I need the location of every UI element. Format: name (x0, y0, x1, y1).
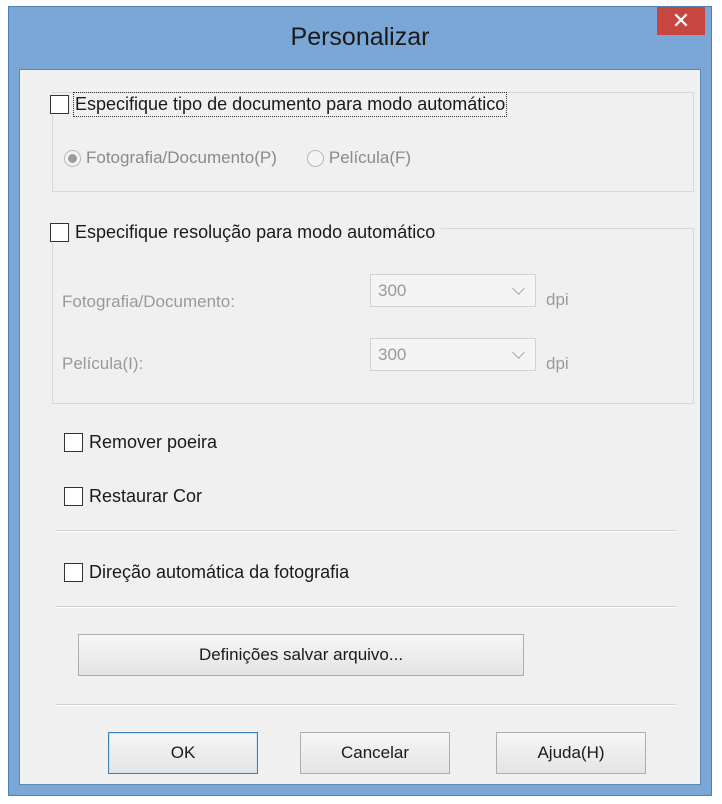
dialog-title: Personalizar (290, 23, 430, 51)
radio-photo-document[interactable] (64, 149, 81, 167)
close-button[interactable]: ✕ (657, 7, 705, 35)
restore-color-option[interactable]: Restaurar Cor (64, 486, 202, 507)
photo-document-resolution-select[interactable]: 300 (370, 274, 536, 307)
film-resolution-value: 300 (378, 345, 407, 364)
separator (56, 606, 676, 608)
chevron-down-icon (512, 346, 525, 359)
ok-button[interactable]: OK (108, 732, 258, 774)
remove-dust-label: Remover poeira (89, 432, 218, 452)
resolution-group (52, 228, 694, 404)
auto-resolution-label: Especifique resolução para modo automáti… (75, 222, 436, 242)
separator (56, 704, 676, 706)
photo-document-resolution-value: 300 (378, 281, 407, 300)
close-icon: ✕ (671, 8, 691, 33)
film-resolution-unit: dpi (546, 354, 569, 373)
radio-selected-dot (68, 153, 77, 163)
radio-film-label: Película(F) (328, 148, 412, 167)
film-resolution-label: Película(I): (62, 354, 144, 373)
restore-color-checkbox[interactable] (64, 487, 83, 506)
dialog-body: Especifique tipo de documento para modo … (19, 69, 701, 785)
personalizar-dialog: Personalizar ✕ Especifique tipo de docum… (8, 6, 712, 796)
radio-photo-document-label: Fotografia/Documento(P) (86, 148, 277, 167)
save-file-settings-button[interactable]: Definições salvar arquivo... (78, 634, 524, 676)
separator (56, 530, 676, 532)
auto-doc-type-checkbox[interactable] (50, 95, 69, 114)
auto-photo-orientation-label: Direção automática da fotografia (89, 562, 350, 582)
radio-film[interactable] (306, 149, 324, 167)
cancel-button[interactable]: Cancelar (300, 732, 450, 774)
auto-photo-orientation-option[interactable]: Direção automática da fotografia (64, 562, 349, 583)
chevron-down-icon (512, 282, 525, 295)
auto-doc-type-checkbox-row[interactable]: Especifique tipo de documento para modo … (50, 92, 512, 117)
photo-document-resolution-label: Fotografia/Documento: (62, 292, 235, 311)
auto-resolution-checkbox[interactable] (50, 223, 69, 242)
auto-photo-orientation-checkbox[interactable] (64, 563, 83, 582)
title-bar[interactable]: Personalizar ✕ (9, 7, 711, 69)
help-button[interactable]: Ajuda(H) (496, 732, 646, 774)
remove-dust-option[interactable]: Remover poeira (64, 432, 217, 453)
film-resolution-select[interactable]: 300 (370, 338, 536, 371)
auto-resolution-checkbox-row[interactable]: Especifique resolução para modo automáti… (50, 222, 442, 243)
auto-doc-type-label: Especifique tipo de documento para modo … (72, 92, 508, 117)
doc-type-radio-group: Fotografia/Documento(P) Película(F) (64, 148, 441, 168)
remove-dust-checkbox[interactable] (64, 433, 83, 452)
restore-color-label: Restaurar Cor (89, 486, 203, 506)
photo-document-resolution-unit: dpi (546, 290, 569, 309)
